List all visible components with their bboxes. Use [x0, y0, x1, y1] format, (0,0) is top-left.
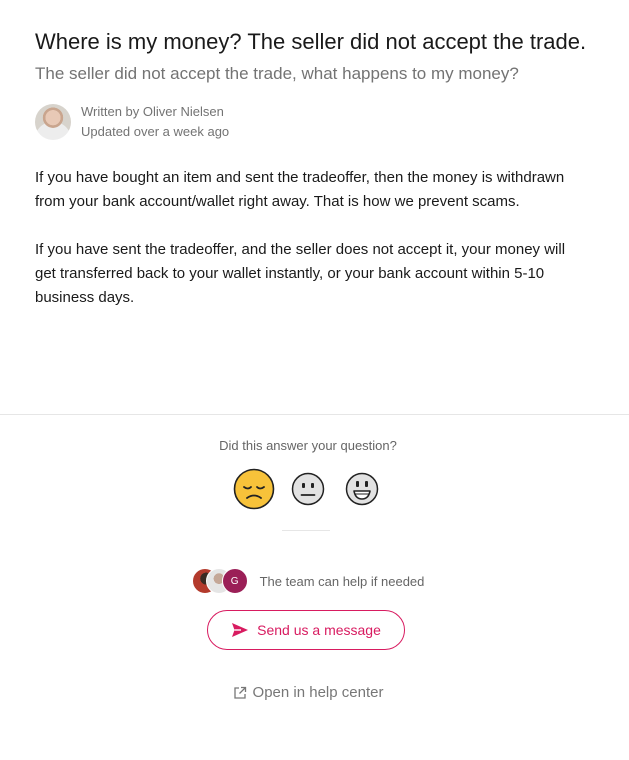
send-message-label: Send us a message [257, 622, 381, 638]
paragraph: If you have sent the tradeoffer, and the… [35, 241, 566, 306]
feedback-question: Did this answer your question? [219, 438, 397, 453]
paragraph: If you have bought an item and sent the … [35, 169, 565, 210]
neutral-emoji-button[interactable] [286, 467, 330, 511]
open-help-center-link[interactable]: Open in help center [0, 684, 616, 701]
team-avatars: G [191, 568, 252, 594]
avatar: G [221, 568, 248, 594]
reaction-group [0, 467, 616, 511]
author-block: Written by Oliver Nielsen Updated over a… [35, 102, 595, 142]
smiley-emoji-button[interactable] [340, 467, 384, 511]
external-link-icon [233, 686, 246, 699]
feedback-section: Did this answer your question? [0, 437, 616, 511]
author-meta: Written by Oliver Nielsen Updated over a… [81, 102, 229, 142]
avatar [35, 104, 71, 140]
divider [0, 414, 629, 415]
author-line: Written by Oliver Nielsen [81, 104, 224, 119]
send-icon [232, 623, 249, 637]
open-help-center-label: Open in help center [252, 684, 384, 701]
disappointed-emoji-button[interactable] [232, 467, 276, 511]
article-subtitle: The seller did not accept the trade, wha… [35, 64, 519, 83]
smiley-icon [345, 472, 379, 506]
updated-line: Updated over a week ago [81, 124, 230, 139]
article: Where is my money? The seller did not ac… [35, 24, 595, 334]
send-message-button[interactable]: Send us a message [207, 610, 405, 650]
team-help-text: The team can help if needed [259, 573, 425, 589]
divider [282, 530, 330, 531]
disappointed-icon [233, 468, 275, 510]
article-title: Where is my money? The seller did not ac… [35, 29, 587, 54]
neutral-icon [291, 472, 325, 506]
article-body: If you have bought an item and sent the … [35, 166, 580, 310]
team-help: G The team can help if needed [0, 568, 616, 594]
